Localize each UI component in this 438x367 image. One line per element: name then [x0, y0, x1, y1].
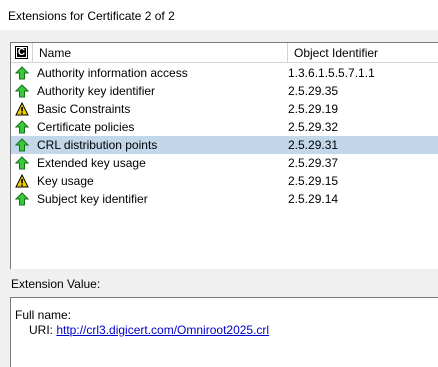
uri-line: URI: http://crl3.digicert.com/Omniroot20… — [29, 323, 269, 337]
certificate-column-icon: C — [15, 46, 28, 59]
title-bar: Extensions for Certificate 2 of 2 — [0, 0, 438, 30]
row-name: Key usage — [37, 174, 94, 188]
row-oid: 2.5.29.15 — [288, 174, 339, 188]
row-name: Extended key usage — [37, 156, 146, 170]
extension-value-label: Extension Value: — [11, 277, 101, 291]
window-title: Extensions for Certificate 2 of 2 — [8, 9, 175, 23]
table-row[interactable]: CRL distribution points 2.5.29.31 — [11, 136, 438, 154]
warning-icon — [15, 173, 29, 188]
green-up-arrow-icon — [14, 84, 30, 98]
column-header-name-label: Name — [39, 46, 72, 60]
row-name: Certificate policies — [37, 120, 135, 134]
full-name-label: Full name: — [15, 308, 72, 322]
extension-value-panel[interactable]: Full name: URI: http://crl3.digicert.com… — [10, 297, 438, 367]
table-row[interactable]: Basic Constraints 2.5.29.19 — [11, 100, 438, 118]
column-header-oid[interactable]: Object Identifier — [288, 43, 438, 62]
table-row[interactable]: Extended key usage 2.5.29.37 — [11, 154, 438, 172]
table-header: C Name Object Identifier — [11, 43, 438, 63]
extensions-list[interactable]: C Name Object Identifier Authority infor… — [10, 42, 438, 269]
column-header-name[interactable]: Name — [33, 43, 288, 62]
green-up-arrow-icon — [14, 66, 30, 80]
row-oid: 2.5.29.35 — [288, 84, 339, 98]
row-oid: 1.3.6.1.5.5.7.1.1 — [288, 66, 375, 80]
row-oid: 2.5.29.19 — [288, 102, 339, 116]
column-header-icon[interactable]: C — [11, 43, 33, 62]
table-body: Authority information access 1.3.6.1.5.5.… — [11, 64, 438, 208]
table-row[interactable]: Subject key identifier 2.5.29.14 — [11, 190, 438, 208]
extensions-dialog: Extensions for Certificate 2 of 2 C Name… — [0, 0, 438, 367]
row-name: Subject key identifier — [37, 192, 148, 206]
table-row[interactable]: Authority key identifier 2.5.29.35 — [11, 82, 438, 100]
row-name: Authority key identifier — [37, 84, 156, 98]
green-up-arrow-icon — [14, 192, 30, 206]
crl-uri-link[interactable]: http://crl3.digicert.com/Omniroot2025.cr… — [56, 323, 269, 337]
row-oid: 2.5.29.37 — [288, 156, 339, 170]
uri-prefix: URI: — [29, 323, 57, 337]
green-up-arrow-icon — [14, 156, 30, 170]
green-up-arrow-icon — [14, 138, 30, 152]
row-name: Basic Constraints — [37, 102, 131, 116]
table-row[interactable]: Authority information access 1.3.6.1.5.5.… — [11, 64, 438, 82]
green-up-arrow-icon — [14, 120, 30, 134]
row-name: CRL distribution points — [37, 138, 158, 152]
row-name: Authority information access — [37, 66, 188, 80]
warning-icon — [15, 101, 29, 116]
table-row[interactable]: Key usage 2.5.29.15 — [11, 172, 438, 190]
column-header-oid-label: Object Identifier — [294, 46, 379, 60]
row-oid: 2.5.29.31 — [288, 138, 339, 152]
row-oid: 2.5.29.32 — [288, 120, 339, 134]
row-oid: 2.5.29.14 — [288, 192, 339, 206]
table-row[interactable]: Certificate policies 2.5.29.32 — [11, 118, 438, 136]
